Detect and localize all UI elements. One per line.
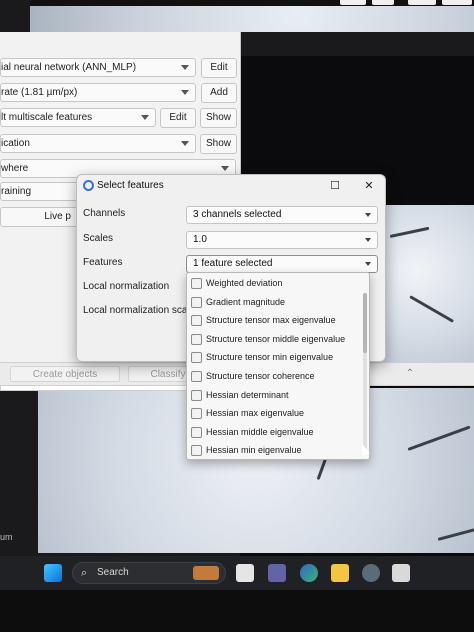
tissue-region <box>380 205 474 370</box>
feature-option[interactable]: Structure tensor max eigenvalue <box>187 312 361 330</box>
scales-label: Scales <box>83 233 114 244</box>
feature-option[interactable]: Hessian max eigenvalue <box>187 405 361 423</box>
dialog-title: Select features <box>97 180 164 191</box>
features-combo[interactable]: 1 feature selected <box>186 255 378 273</box>
scales-combo[interactable]: 1.0 <box>186 231 378 249</box>
feature-option[interactable]: Gradient magnitude <box>187 294 361 312</box>
windows-taskbar: ⌕ Search <box>0 556 474 590</box>
feature-option-label: Weighted deviation <box>206 278 283 288</box>
feature-option-label: Hessian max eigenvalue <box>206 408 305 419</box>
meet-icon[interactable] <box>268 564 286 582</box>
chevron-down-icon <box>365 213 371 217</box>
windows-start-icon[interactable] <box>44 564 62 582</box>
features-combo[interactable]: lt multiscale features <box>0 108 156 127</box>
dialog-title-bar[interactable]: Select features ☐ ✕ <box>77 175 385 199</box>
chevron-down-icon <box>141 115 149 120</box>
feature-option[interactable]: Hessian min eigenvalue <box>187 442 361 459</box>
show-features-button[interactable]: Show <box>200 108 237 128</box>
search-highlight-image <box>193 566 219 580</box>
local-normalization-scale-label: Local normalization scale <box>83 305 196 316</box>
search-icon: ⌕ <box>81 567 88 579</box>
feature-option[interactable]: Structure tensor middle eigenvalue <box>187 331 361 349</box>
feature-option-label: Gradient magnitude <box>206 296 286 307</box>
feature-checkbox[interactable] <box>191 389 202 401</box>
feature-option[interactable]: Structure tensor coherence <box>187 368 361 386</box>
task-view-icon[interactable] <box>236 564 254 582</box>
maximize-button[interactable]: ☐ <box>327 178 343 194</box>
feature-checkbox[interactable] <box>191 296 202 308</box>
file-explorer-icon[interactable] <box>331 564 349 582</box>
features-dropdown-list[interactable]: Weighted deviation Gradient magnitude Stru… <box>186 272 370 460</box>
screen-bezel <box>0 590 474 632</box>
edge-icon[interactable] <box>300 564 318 582</box>
feature-checkbox[interactable] <box>191 426 202 438</box>
add-resolution-button[interactable]: Add <box>201 83 237 103</box>
scale-bar-label: um <box>0 532 13 542</box>
feature-checkbox[interactable] <box>191 371 202 382</box>
features-label: Features <box>83 257 123 268</box>
feature-checkbox[interactable] <box>191 408 202 420</box>
feature-option[interactable]: Structure tensor min eigenvalue <box>187 349 361 367</box>
output-combo[interactable]: ication <box>0 134 196 153</box>
feature-option-label: Hessian middle eigenvalue <box>206 426 314 437</box>
app-icon[interactable] <box>392 564 410 582</box>
classifier-type-combo[interactable]: ial neural network (ANN_MLP) <box>0 58 196 77</box>
edit-classifier-button[interactable]: Edit <box>201 58 237 78</box>
feature-option-label: Hessian min eigenvalue <box>206 445 302 456</box>
qupath-icon <box>83 180 94 191</box>
close-button[interactable]: ✕ <box>361 178 377 194</box>
feature-option-label: Structure tensor middle eigenvalue <box>206 333 346 344</box>
qupath-icon[interactable] <box>362 564 380 582</box>
feature-option[interactable]: Hessian determinant <box>187 387 361 405</box>
feature-option-label: Structure tensor coherence <box>206 371 315 381</box>
chevron-down-icon <box>181 65 189 70</box>
spinner-control[interactable]: ⌃ <box>402 366 418 382</box>
channels-label: Channels <box>83 208 126 219</box>
channels-combo[interactable]: 3 channels selected <box>186 206 378 224</box>
taskbar-search-box[interactable]: ⌕ Search <box>72 562 226 584</box>
chevron-down-icon <box>221 166 229 171</box>
edit-features-button[interactable]: Edit <box>160 108 196 128</box>
feature-checkbox[interactable] <box>191 445 202 457</box>
show-output-button[interactable]: Show <box>200 134 237 154</box>
chevron-down-icon <box>365 262 371 266</box>
feature-option[interactable]: Weighted deviation <box>187 275 361 293</box>
image-viewer-top <box>30 0 474 32</box>
dropdown-scrollbar[interactable] <box>363 293 367 453</box>
feature-checkbox[interactable] <box>191 333 202 345</box>
create-objects-button[interactable]: Create objects <box>10 366 120 382</box>
scrollbar-thumb[interactable] <box>363 293 367 353</box>
feature-checkbox[interactable] <box>191 352 202 364</box>
feature-option[interactable]: Hessian middle eigenvalue <box>187 424 361 442</box>
resolution-combo[interactable]: rate (1.81 µm/px) <box>0 83 196 102</box>
search-placeholder: Search <box>97 567 129 578</box>
chevron-down-icon <box>181 141 189 146</box>
feature-option-label: Structure tensor max eigenvalue <box>206 315 336 326</box>
feature-checkbox[interactable] <box>191 315 202 327</box>
chevron-down-icon <box>365 238 371 242</box>
feature-option-label: Hessian determinant <box>206 389 289 400</box>
chevron-down-icon <box>181 90 189 95</box>
local-normalization-label: Local normalization <box>83 281 170 292</box>
feature-checkbox[interactable] <box>191 278 202 289</box>
feature-option-label: Structure tensor min eigenvalue <box>206 352 334 363</box>
